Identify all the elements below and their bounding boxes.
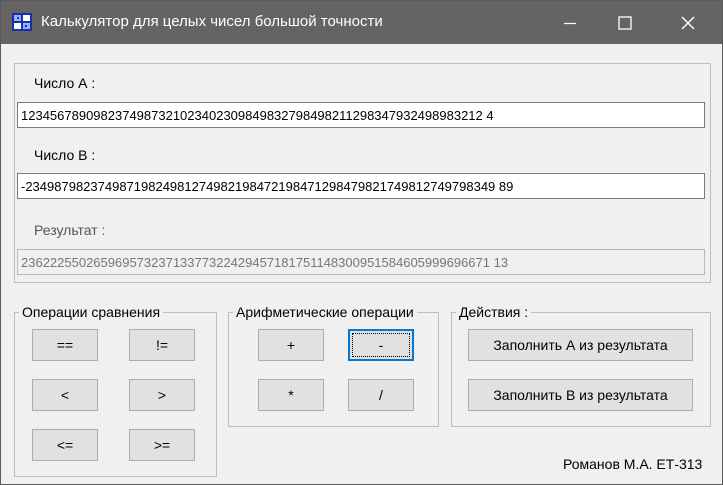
result-field[interactable] — [17, 249, 705, 275]
multiply-button[interactable]: * — [258, 379, 324, 411]
app-icon — [12, 13, 32, 31]
minimize-button[interactable] — [547, 1, 593, 44]
window-title: Калькулятор для целых чисел большой точн… — [41, 13, 383, 30]
maximize-button[interactable] — [602, 1, 648, 44]
not-equal-button[interactable]: != — [129, 329, 195, 361]
label-number-a: Число А : — [34, 75, 96, 91]
number-b-input[interactable] — [17, 173, 705, 199]
divide-button[interactable]: / — [348, 379, 414, 411]
maximize-icon — [618, 15, 632, 30]
label-result: Результат : — [34, 222, 106, 238]
close-button[interactable] — [665, 1, 711, 44]
calculator-window: Калькулятор для целых чисел большой точн… — [0, 0, 723, 485]
number-a-input[interactable] — [17, 102, 705, 128]
equal-button[interactable]: == — [32, 329, 98, 361]
author-label: Романов М.А. ЕТ-313 — [563, 456, 703, 472]
fill-a-from-result-button[interactable]: Заполнить А из результата — [468, 329, 693, 361]
greater-than-button[interactable]: > — [129, 379, 195, 411]
greater-equal-button[interactable]: >= — [129, 429, 195, 461]
arithmetic-group-title: Арифметические операции — [236, 304, 414, 320]
actions-group-title: Действия : — [459, 304, 529, 320]
less-equal-button[interactable]: <= — [32, 429, 98, 461]
fill-b-from-result-button[interactable]: Заполнить В из результата — [468, 379, 693, 411]
title-bar[interactable]: Калькулятор для целых чисел большой точн… — [1, 1, 722, 44]
less-than-button[interactable]: < — [32, 379, 98, 411]
comparison-group-title: Операции сравнения — [22, 304, 161, 320]
label-number-b: Число В : — [34, 147, 96, 163]
add-button[interactable]: + — [258, 329, 324, 361]
subtract-button[interactable]: - — [348, 329, 414, 361]
close-icon — [681, 16, 695, 29]
minimize-icon — [564, 22, 576, 24]
